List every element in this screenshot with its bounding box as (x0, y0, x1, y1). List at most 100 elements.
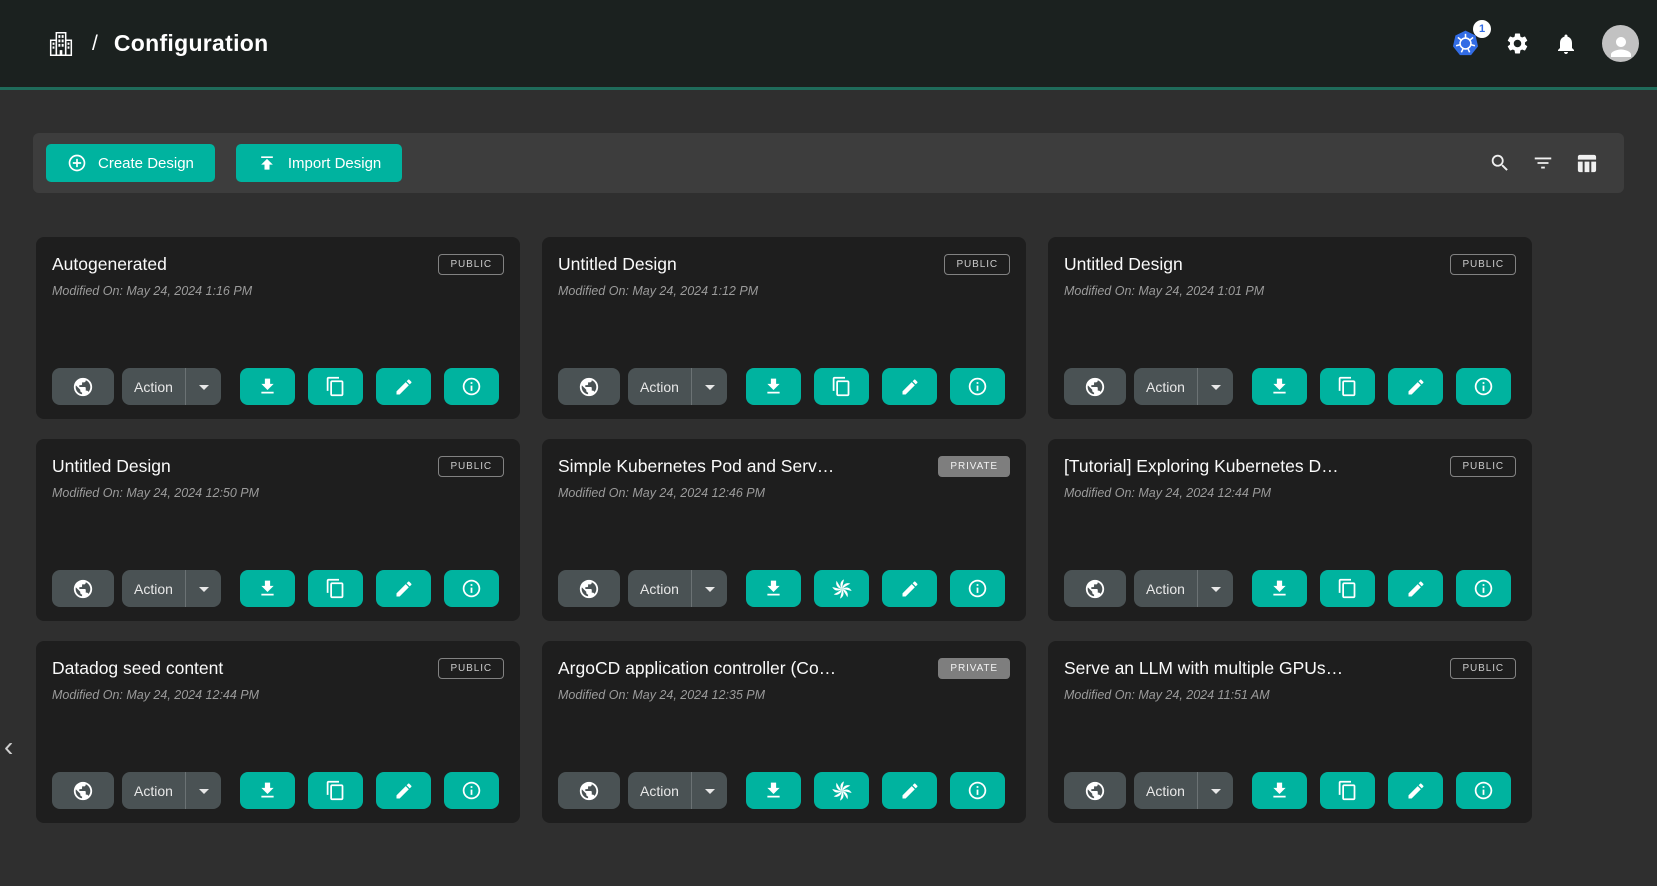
action-button[interactable]: Action (628, 772, 691, 809)
download-button[interactable] (1252, 772, 1307, 809)
edit-button[interactable] (882, 368, 937, 405)
import-design-button[interactable]: Import Design (236, 144, 402, 182)
globe-icon (72, 578, 94, 600)
user-avatar[interactable] (1602, 25, 1639, 62)
action-button[interactable]: Action (628, 570, 691, 607)
edit-button[interactable] (376, 772, 431, 809)
action-button[interactable]: Action (628, 368, 691, 405)
info-button[interactable] (1456, 368, 1511, 405)
info-icon (1473, 780, 1494, 801)
action-dropdown-button[interactable] (1197, 570, 1233, 607)
clone-button[interactable] (308, 570, 363, 607)
copy-icon (325, 578, 346, 599)
card-action-row: Action (1064, 570, 1516, 607)
settings-button[interactable] (1505, 31, 1530, 56)
clone-button[interactable] (1320, 570, 1375, 607)
clone-button[interactable] (308, 368, 363, 405)
edit-button[interactable] (882, 772, 937, 809)
app-header: / Configuration (0, 0, 1657, 90)
action-dropdown-button[interactable] (185, 368, 221, 405)
caret-down-icon (698, 779, 722, 803)
visibility-globe-button[interactable] (558, 570, 620, 607)
design-title: [Tutorial] Exploring Kubernetes D… (1064, 456, 1444, 477)
action-dropdown-button[interactable] (691, 368, 727, 405)
action-button[interactable]: Action (122, 570, 185, 607)
design-card: Untitled Design PUBLIC Modified On: May … (542, 237, 1026, 419)
design-button[interactable] (814, 570, 869, 607)
action-split-button: Action (122, 772, 221, 809)
design-card-grid: Autogenerated PUBLIC Modified On: May 24… (36, 237, 1657, 823)
edit-button[interactable] (1388, 368, 1443, 405)
download-button[interactable] (746, 772, 801, 809)
table-view-button[interactable] (1575, 152, 1598, 175)
info-button[interactable] (444, 772, 499, 809)
action-dropdown-button[interactable] (185, 570, 221, 607)
copy-icon (1337, 780, 1358, 801)
filter-button[interactable] (1532, 152, 1554, 174)
designs-toolbar: Create Design Import Design (33, 133, 1624, 193)
visibility-globe-button[interactable] (1064, 368, 1126, 405)
edit-button[interactable] (376, 570, 431, 607)
visibility-globe-button[interactable] (52, 368, 114, 405)
action-dropdown-button[interactable] (1197, 772, 1233, 809)
info-button[interactable] (1456, 772, 1511, 809)
kubernetes-context-button[interactable]: 1 (1450, 28, 1481, 59)
info-button[interactable] (950, 772, 1005, 809)
download-button[interactable] (746, 570, 801, 607)
clone-button[interactable] (1320, 772, 1375, 809)
globe-icon (1084, 780, 1106, 802)
notifications-button[interactable] (1554, 32, 1578, 56)
visibility-badge: PUBLIC (438, 456, 504, 477)
search-button[interactable] (1489, 152, 1511, 174)
info-button[interactable] (444, 368, 499, 405)
info-button[interactable] (950, 368, 1005, 405)
visibility-globe-button[interactable] (52, 570, 114, 607)
info-button[interactable] (444, 570, 499, 607)
action-split-button: Action (628, 570, 727, 607)
clone-button[interactable] (1320, 368, 1375, 405)
action-button[interactable]: Action (122, 368, 185, 405)
pencil-icon (900, 377, 920, 397)
clone-button[interactable] (814, 368, 869, 405)
info-icon (1473, 376, 1494, 397)
edit-button[interactable] (1388, 570, 1443, 607)
action-dropdown-button[interactable] (691, 772, 727, 809)
edit-button[interactable] (376, 368, 431, 405)
download-button[interactable] (1252, 368, 1307, 405)
download-button[interactable] (1252, 570, 1307, 607)
globe-icon (72, 376, 94, 398)
edit-button[interactable] (882, 570, 937, 607)
visibility-badge: PUBLIC (438, 254, 504, 275)
building-icon[interactable] (46, 29, 76, 59)
edit-button[interactable] (1388, 772, 1443, 809)
download-button[interactable] (240, 570, 295, 607)
download-button[interactable] (240, 368, 295, 405)
design-button[interactable] (814, 772, 869, 809)
sidebar-collapse-toggle[interactable]: ‹ (0, 733, 17, 761)
info-button[interactable] (950, 570, 1005, 607)
download-icon (1269, 376, 1290, 397)
modified-date: Modified On: May 24, 2024 12:44 PM (1064, 486, 1516, 500)
pencil-icon (394, 781, 414, 801)
info-button[interactable] (1456, 570, 1511, 607)
visibility-globe-button[interactable] (558, 368, 620, 405)
pinwheel-icon (830, 779, 854, 803)
visibility-globe-button[interactable] (1064, 570, 1126, 607)
action-button[interactable]: Action (1134, 772, 1197, 809)
action-button[interactable]: Action (1134, 570, 1197, 607)
action-dropdown-button[interactable] (1197, 368, 1233, 405)
card-header: Untitled Design PUBLIC Modified On: May … (558, 254, 1010, 298)
download-button[interactable] (240, 772, 295, 809)
visibility-globe-button[interactable] (1064, 772, 1126, 809)
clone-button[interactable] (308, 772, 363, 809)
action-dropdown-button[interactable] (185, 772, 221, 809)
action-dropdown-button[interactable] (691, 570, 727, 607)
visibility-globe-button[interactable] (558, 772, 620, 809)
visibility-globe-button[interactable] (52, 772, 114, 809)
action-button[interactable]: Action (1134, 368, 1197, 405)
action-split-button: Action (1134, 772, 1233, 809)
action-button[interactable]: Action (122, 772, 185, 809)
copy-icon (1337, 578, 1358, 599)
download-button[interactable] (746, 368, 801, 405)
create-design-button[interactable]: Create Design (46, 144, 215, 182)
